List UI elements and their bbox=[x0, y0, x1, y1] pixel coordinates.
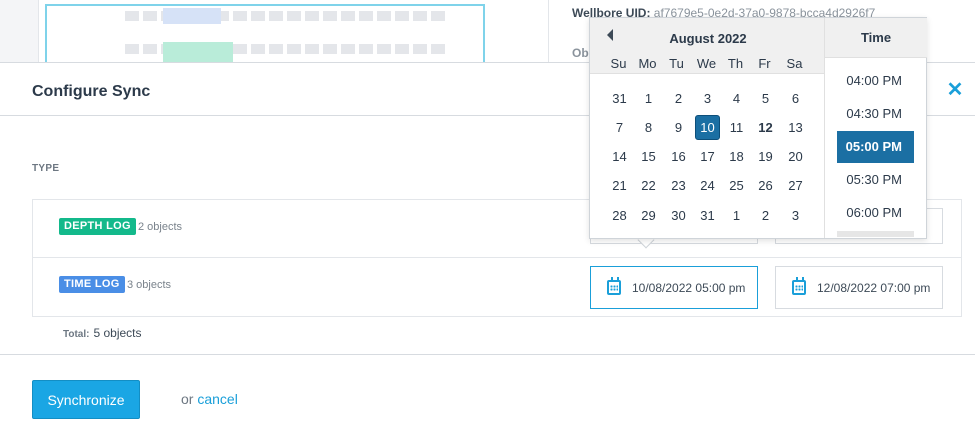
depth-log-badge: DEPTH LOG bbox=[59, 218, 136, 235]
time-log-count: 3 objects bbox=[127, 279, 172, 291]
calendar-day[interactable]: 5 bbox=[753, 86, 778, 111]
weekday-label: Th bbox=[727, 56, 744, 71]
calendar-day[interactable]: 4 bbox=[724, 86, 749, 111]
total-summary: Total: 5 objects bbox=[63, 326, 142, 340]
calendar-day[interactable]: 7 bbox=[607, 115, 632, 140]
weekday-label: We bbox=[696, 56, 717, 71]
calendar-day[interactable]: 13 bbox=[783, 115, 808, 140]
calendar-day[interactable]: 3 bbox=[695, 86, 720, 111]
time-option[interactable]: 05:00 PM bbox=[837, 131, 914, 163]
or-text: or bbox=[181, 391, 194, 407]
calendar-icon bbox=[792, 277, 806, 295]
end-date-input[interactable]: 12/08/2022 07:00 pm bbox=[775, 266, 943, 309]
time-option[interactable]: 06:00 PM bbox=[837, 197, 914, 229]
calendar-day[interactable]: 30 bbox=[666, 203, 691, 228]
month-label: August 2022 bbox=[669, 31, 747, 46]
time-option[interactable]: 04:00 PM bbox=[837, 65, 914, 97]
calendar-day[interactable]: 26 bbox=[753, 173, 778, 198]
calendar-day[interactable]: 10 bbox=[695, 115, 720, 140]
calendar-day[interactable]: 28 bbox=[607, 203, 632, 228]
footer-divider bbox=[0, 354, 975, 355]
or-cancel: or cancel bbox=[181, 391, 238, 407]
calendar-day[interactable]: 25 bbox=[724, 173, 749, 198]
total-label: Total: bbox=[63, 329, 90, 340]
start-date-input[interactable]: 10/08/2022 05:00 pm bbox=[590, 266, 758, 309]
synchronize-button[interactable]: Synchronize bbox=[32, 380, 140, 419]
weekday-label: Tu bbox=[669, 56, 684, 71]
calendar-day[interactable]: 22 bbox=[636, 173, 661, 198]
calendar-day[interactable]: 9 bbox=[666, 115, 691, 140]
calendar-day[interactable]: 2 bbox=[753, 203, 778, 228]
calendar-day[interactable]: 23 bbox=[666, 173, 691, 198]
calendar-day[interactable]: 29 bbox=[636, 203, 661, 228]
weekday-label: Mo bbox=[638, 56, 657, 71]
calendar-day[interactable]: 1 bbox=[636, 86, 661, 111]
calendar-day[interactable]: 31 bbox=[607, 86, 632, 111]
calendar-day[interactable]: 8 bbox=[636, 115, 661, 140]
calendar-day[interactable]: 12 bbox=[753, 115, 778, 140]
calendar-day[interactable]: 21 bbox=[607, 173, 632, 198]
calendar-day[interactable]: 16 bbox=[666, 144, 691, 169]
calendar-day[interactable]: 3 bbox=[783, 203, 808, 228]
calendar-day[interactable]: 1 bbox=[724, 203, 749, 228]
time-header: Time bbox=[825, 18, 927, 58]
calendar-day[interactable]: 20 bbox=[783, 144, 808, 169]
weekday-label: Fr bbox=[758, 56, 771, 71]
depth-log-count: 2 objects bbox=[138, 221, 183, 233]
cancel-link[interactable]: cancel bbox=[197, 391, 237, 407]
time-option[interactable]: 04:30 PM bbox=[837, 98, 914, 130]
modal-title: Configure Sync bbox=[32, 83, 151, 100]
blurred-highlight bbox=[163, 42, 233, 62]
blurred-content-box bbox=[45, 4, 485, 64]
time-option[interactable]: 05:30 PM bbox=[837, 164, 914, 196]
calendar-day[interactable]: 27 bbox=[783, 173, 808, 198]
calendar-day[interactable]: 18 bbox=[724, 144, 749, 169]
time-scroll-indicator[interactable] bbox=[837, 231, 914, 237]
time-column: Time 04:00 PM 04:30 PM 05:00 PM 05:30 PM 06:… bbox=[824, 18, 927, 238]
background-divider bbox=[548, 0, 549, 62]
type-column-label: TYPE bbox=[32, 163, 60, 174]
calendar-icon bbox=[607, 277, 621, 295]
calendar-day[interactable]: 19 bbox=[753, 144, 778, 169]
calendar-day[interactable]: 15 bbox=[636, 144, 661, 169]
calendar-day[interactable]: 24 bbox=[695, 173, 720, 198]
calendar-day[interactable]: 11 bbox=[724, 115, 749, 140]
calendar-day[interactable]: 14 bbox=[607, 144, 632, 169]
weekday-label: Sa bbox=[786, 56, 803, 71]
calendar-day[interactable]: 2 bbox=[666, 86, 691, 111]
calendar-day[interactable]: 6 bbox=[783, 86, 808, 111]
close-icon[interactable]: ✕ bbox=[946, 80, 964, 100]
calendar-day[interactable]: 31 bbox=[695, 203, 720, 228]
weekday-label: Su bbox=[610, 56, 627, 71]
objects-label-partial: Ob bbox=[572, 46, 589, 60]
total-value: 5 objects bbox=[93, 326, 142, 340]
calendar-day[interactable]: 17 bbox=[695, 144, 720, 169]
blurred-highlight bbox=[163, 8, 221, 24]
start-date-value: 10/08/2022 05:00 pm bbox=[632, 281, 746, 295]
time-log-badge: TIME LOG bbox=[59, 276, 125, 293]
end-date-value: 12/08/2022 07:00 pm bbox=[817, 281, 931, 295]
datepicker-popup: August 2022 Su Mo Tu We Th Fr Sa 31 1 2 3 4 5… bbox=[589, 17, 927, 239]
table-row-time-log: TIME LOG 3 objects 10/08/2022 05:00 pm 1… bbox=[33, 258, 961, 316]
calendar-header: August 2022 Su Mo Tu We Th Fr Sa bbox=[590, 18, 824, 74]
